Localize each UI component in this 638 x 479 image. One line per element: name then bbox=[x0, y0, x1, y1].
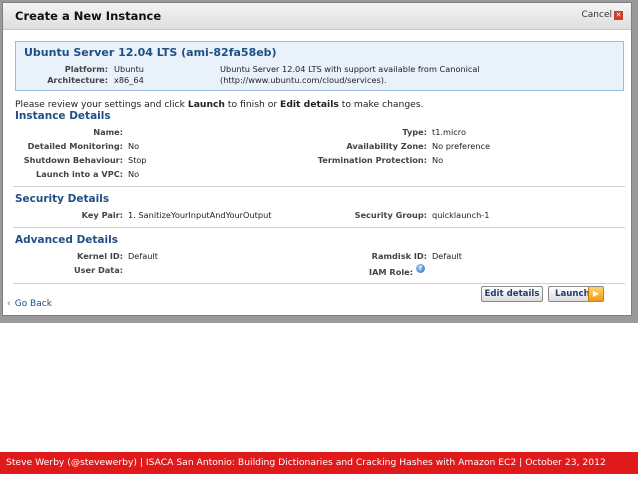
detailed-monitoring-value: No bbox=[128, 141, 140, 151]
ramdisk-id-value: Default bbox=[432, 251, 462, 261]
termination-protection-label: Termination Protection: bbox=[317, 155, 427, 165]
platform-label: Platform: bbox=[64, 64, 108, 74]
divider bbox=[13, 186, 625, 187]
presentation-footer: Steve Werby (@stevewerby) | ISACA San An… bbox=[0, 452, 638, 474]
launch-vpc-label: Launch into a VPC: bbox=[36, 169, 123, 179]
cancel-button[interactable]: Cancel ✕ bbox=[581, 10, 623, 20]
close-icon: ✕ bbox=[614, 10, 623, 20]
instruction-edit-word: Edit details bbox=[280, 99, 339, 110]
architecture-value: x86_64 bbox=[114, 75, 144, 85]
instance-details-heading: Instance Details bbox=[15, 110, 111, 122]
type-value: t1.micro bbox=[432, 127, 466, 137]
name-label: Name: bbox=[93, 127, 123, 137]
ami-summary-box: Ubuntu Server 12.04 LTS (ami-82fa58eb) P… bbox=[15, 41, 624, 91]
dialog-title: Create a New Instance bbox=[15, 9, 162, 23]
launch-vpc-value: No bbox=[128, 169, 140, 179]
go-back-link[interactable]: ‹ Go Back bbox=[7, 299, 52, 309]
instruction-launch-word: Launch bbox=[187, 99, 225, 110]
termination-protection-value: No bbox=[432, 155, 444, 165]
review-instruction: Please review your settings and click La… bbox=[15, 99, 424, 110]
ami-description: Ubuntu Server 12.04 LTS with support ava… bbox=[220, 64, 480, 85]
type-label: Type: bbox=[402, 127, 427, 137]
instruction-text-2: to finish or bbox=[224, 99, 281, 110]
key-pair-value: 1. SanitizeYourInputAndYourOutput bbox=[128, 210, 272, 220]
shutdown-behaviour-label: Shutdown Behaviour: bbox=[23, 155, 123, 165]
ami-title: Ubuntu Server 12.04 LTS (ami-82fa58eb) bbox=[24, 46, 277, 59]
architecture-label: Architecture: bbox=[47, 75, 108, 85]
divider bbox=[13, 227, 625, 228]
instruction-text-1: Please review your settings and click bbox=[15, 99, 188, 110]
divider bbox=[13, 283, 625, 284]
cancel-label: Cancel bbox=[581, 10, 613, 20]
launch-label: Launch bbox=[555, 289, 590, 299]
user-data-label: User Data: bbox=[74, 265, 123, 275]
shutdown-behaviour-value: Stop bbox=[128, 155, 147, 165]
iam-role-label: IAM Role: bbox=[369, 267, 413, 277]
kernel-id-label: Kernel ID: bbox=[77, 251, 123, 261]
help-icon[interactable]: ? bbox=[416, 264, 425, 273]
platform-value: Ubuntu bbox=[114, 64, 144, 74]
key-pair-label: Key Pair: bbox=[81, 210, 123, 220]
chevron-left-icon: ‹ bbox=[7, 299, 11, 309]
ramdisk-id-label: Ramdisk ID: bbox=[371, 251, 427, 261]
security-details-heading: Security Details bbox=[15, 193, 110, 205]
detailed-monitoring-label: Detailed Monitoring: bbox=[27, 141, 123, 151]
dialog-titlebar: Create a New Instance Cancel ✕ bbox=[3, 3, 631, 30]
play-arrow-icon: ▶ bbox=[588, 287, 603, 301]
instruction-text-3: to make changes. bbox=[338, 99, 424, 110]
availability-zone-value: No preference bbox=[432, 141, 491, 151]
kernel-id-value: Default bbox=[128, 251, 158, 261]
security-group-value: quicklaunch-1 bbox=[432, 210, 490, 220]
create-instance-dialog: Create a New Instance Cancel ✕ Ubuntu Se… bbox=[2, 2, 632, 316]
launch-button[interactable]: Launch ▶ bbox=[548, 286, 604, 302]
edit-details-button[interactable]: Edit details bbox=[481, 286, 543, 302]
go-back-label: Go Back bbox=[14, 299, 52, 309]
security-group-label: Security Group: bbox=[354, 210, 427, 220]
advanced-details-heading: Advanced Details bbox=[15, 234, 118, 246]
availability-zone-label: Availability Zone: bbox=[346, 141, 427, 151]
